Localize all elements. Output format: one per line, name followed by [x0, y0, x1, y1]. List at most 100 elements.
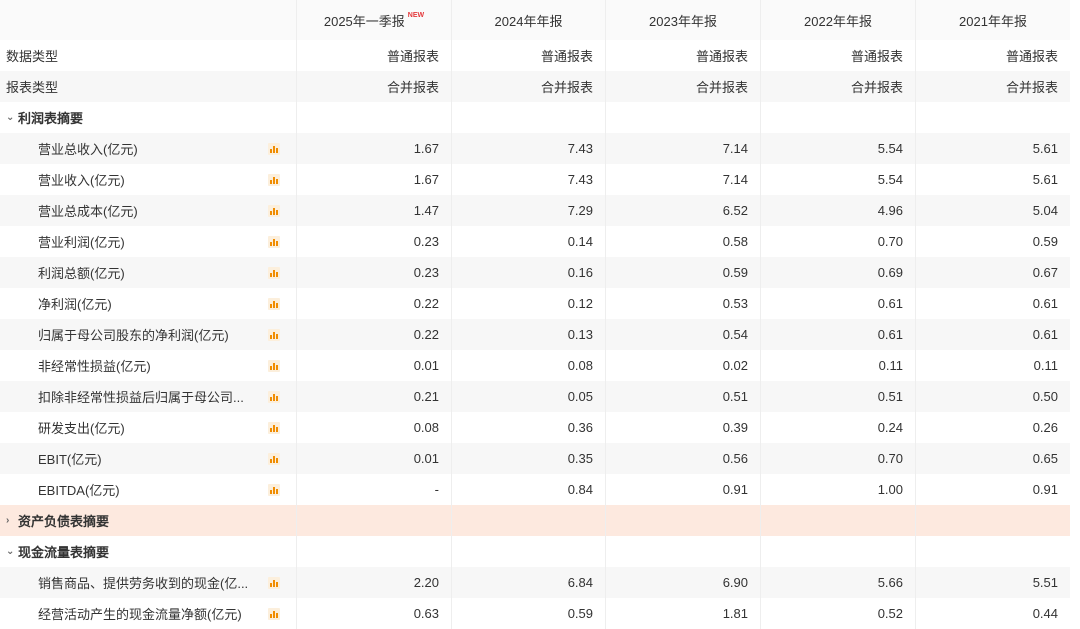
cell-value: 0.56: [722, 451, 748, 466]
empty-cell: [296, 536, 451, 567]
cell-value: 0.13: [567, 327, 593, 342]
bar-chart-icon[interactable]: [268, 359, 280, 372]
value-cell: 1.81: [605, 598, 760, 629]
empty-cell: [605, 505, 760, 536]
cell-value: 普通报表: [1005, 49, 1058, 64]
bar-chart-icon[interactable]: [268, 173, 280, 186]
financial-summary-table: 2025年一季报 NEW 2024年年报 2023年年报 2022年年报 202…: [0, 0, 1080, 629]
chevron-down-icon[interactable]: ⌄: [6, 546, 16, 557]
cell-value: 0.01: [413, 451, 439, 466]
value-cell: 0.23: [296, 226, 451, 257]
bar-chart-icon[interactable]: [268, 204, 280, 217]
cell-value: 7.29: [567, 203, 593, 218]
table-row: 扣除非经常性损益后归属于母公司... 0.21 0.05 0.51 0.51 0.50: [0, 381, 1080, 412]
value-cell: 0.01: [296, 443, 451, 474]
value-cell: 1.67: [296, 164, 451, 195]
bar-chart-icon[interactable]: [268, 576, 280, 589]
bar-chart-icon[interactable]: [268, 142, 280, 155]
value-cell: 0.14: [451, 226, 605, 257]
header-col-label: 2023年年报: [649, 13, 717, 29]
cell-value: 合并报表: [695, 80, 748, 95]
cell-value: 0.61: [877, 296, 903, 311]
empty-cell: [451, 536, 605, 567]
row-label-cell: 净利润(亿元): [0, 288, 296, 319]
value-cell: 0.35: [451, 443, 605, 474]
bar-chart-icon[interactable]: [268, 483, 280, 496]
chevron-right-icon[interactable]: ›: [6, 515, 16, 526]
value-cell: 4.96: [760, 195, 915, 226]
bar-chart-icon[interactable]: [268, 266, 280, 279]
cell-value: 0.65: [1032, 451, 1058, 466]
table-row: 营业利润(亿元) 0.23 0.14 0.58 0.70 0.59: [0, 226, 1080, 257]
cell-value: 合并报表: [850, 80, 903, 95]
value-cell: 5.61: [915, 164, 1070, 195]
cell-value: 0.91: [722, 482, 748, 497]
bar-chart-icon[interactable]: [268, 297, 280, 310]
value-cell: 0.59: [605, 257, 760, 288]
section-title: 利润表摘要: [18, 111, 84, 126]
row-label: 报表类型: [6, 80, 59, 95]
empty-cell: [605, 536, 760, 567]
cell-value: 0.22: [413, 296, 439, 311]
section-title-cell[interactable]: › 资产负债表摘要: [0, 505, 296, 536]
value-cell: 0.69: [760, 257, 915, 288]
section-header[interactable]: ⌄ 利润表摘要: [0, 102, 1080, 133]
bar-chart-icon[interactable]: [268, 607, 280, 620]
bar-chart-icon[interactable]: [268, 452, 280, 465]
cell-value: 5.54: [877, 172, 903, 187]
cell-value: 0.84: [567, 482, 593, 497]
section-header[interactable]: ⌄ 现金流量表摘要: [0, 536, 1080, 567]
row-label: 销售商品、提供劳务收到的现金(亿...: [38, 576, 249, 591]
value-cell: 合并报表: [451, 71, 605, 102]
header-col-1[interactable]: 2024年年报: [451, 0, 605, 40]
cell-value: 5.51: [1032, 575, 1058, 590]
cell-value: 0.02: [722, 358, 748, 373]
value-cell: 0.02: [605, 350, 760, 381]
header-col-4[interactable]: 2021年年报: [915, 0, 1070, 40]
cell-value: 0.08: [567, 358, 593, 373]
bar-chart-icon[interactable]: [268, 390, 280, 403]
header-col-2[interactable]: 2023年年报: [605, 0, 760, 40]
empty-cell: [296, 102, 451, 133]
section-title-cell[interactable]: ⌄ 利润表摘要: [0, 102, 296, 133]
cell-value: 0.11: [1033, 358, 1058, 373]
cell-value: 0.59: [1032, 234, 1058, 249]
chevron-down-icon[interactable]: ⌄: [6, 112, 16, 123]
section-header[interactable]: › 资产负债表摘要: [0, 505, 1080, 536]
row-label: EBIT(亿元): [38, 452, 102, 467]
row-label-cell: 研发支出(亿元): [0, 412, 296, 443]
value-cell: 0.65: [915, 443, 1070, 474]
table-row: 归属于母公司股东的净利润(亿元) 0.22 0.13 0.54 0.61 0.61: [0, 319, 1080, 350]
value-cell: 5.61: [915, 133, 1070, 164]
value-cell: 0.12: [451, 288, 605, 319]
empty-cell: [605, 102, 760, 133]
row-label-cell: 营业总收入(亿元): [0, 133, 296, 164]
cell-value: 0.70: [877, 451, 903, 466]
header-col-0[interactable]: 2025年一季报 NEW: [296, 0, 451, 40]
value-cell: 7.14: [605, 164, 760, 195]
cell-value: 0.01: [413, 358, 439, 373]
bar-chart-icon[interactable]: [268, 421, 280, 434]
row-label: 营业收入(亿元): [38, 173, 125, 188]
cell-value: 普通报表: [850, 49, 903, 64]
cell-value: 0.23: [413, 265, 439, 280]
bar-chart-icon[interactable]: [268, 235, 280, 248]
value-cell: 0.91: [605, 474, 760, 505]
row-label: 扣除非经常性损益后归属于母公司...: [38, 390, 244, 405]
cell-value: 0.67: [1032, 265, 1058, 280]
cell-value: 0.70: [877, 234, 903, 249]
cell-value: 0.50: [1032, 389, 1058, 404]
bar-chart-icon[interactable]: [268, 328, 280, 341]
cell-value: 5.61: [1032, 141, 1058, 156]
cell-value: 普通报表: [695, 49, 748, 64]
cell-value: 0.51: [877, 389, 903, 404]
value-cell: 合并报表: [915, 71, 1070, 102]
cell-value: 5.54: [877, 141, 903, 156]
section-title-cell[interactable]: ⌄ 现金流量表摘要: [0, 536, 296, 567]
value-cell: 7.14: [605, 133, 760, 164]
header-col-3[interactable]: 2022年年报: [760, 0, 915, 40]
value-cell: 0.08: [296, 412, 451, 443]
empty-cell: [915, 102, 1070, 133]
value-cell: 6.90: [605, 567, 760, 598]
cell-value: 0.53: [722, 296, 748, 311]
